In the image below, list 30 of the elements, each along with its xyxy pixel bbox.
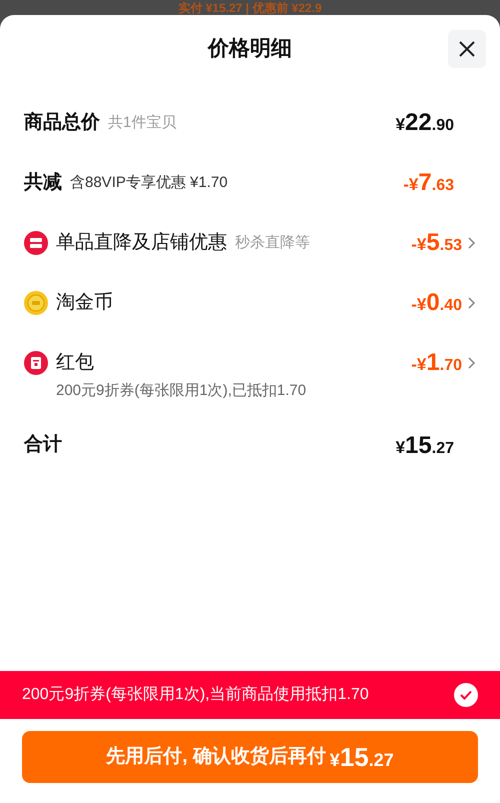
row-amount: -¥0.40 [411,288,462,318]
shop-discount-icon [24,231,48,255]
row-sublabel: 共1件宝贝 [108,112,176,133]
row-note: 200元9折券(每张限用1次),已抵扣1.70 [56,381,308,401]
row-label: 商品总价 [24,110,100,135]
chevron-right-icon[interactable] [468,357,476,369]
close-button[interactable] [448,30,486,68]
row-amount: ¥22.90 [396,108,454,138]
row-amount: -¥7.63 [403,168,454,198]
sheet-title: 价格明细 [208,36,292,62]
coupon-checkbox[interactable] [454,683,478,707]
row-sublabel: 含88VIP专享优惠 ¥1.70 [70,172,228,193]
row-label: 共减 [24,170,62,195]
backdrop-price-summary: 实付 ¥15.27 | 优惠前 ¥22.9 [178,0,322,14]
row-label: 淘金币 [56,290,113,315]
row-amount: -¥1.70 [411,348,462,378]
chevron-right-icon[interactable] [468,237,476,249]
envelope-icon [24,351,48,375]
pay-button[interactable]: 先用后付, 确认收货后再付 ¥15.27 [22,731,478,783]
chevron-right-icon[interactable] [468,297,476,309]
row-amount: ¥15.27 [396,430,454,460]
row-label: 红包 [56,350,94,375]
coin-icon [24,291,48,315]
close-icon [458,40,476,58]
row-amount: -¥5.53 [411,228,462,258]
coupon-banner-text: 200元9折券(每张限用1次),当前商品使用抵扣1.70 [22,684,370,705]
row-label: 合计 [24,433,62,458]
row-sublabel: 秒杀直降等 [235,232,310,253]
check-icon [460,690,472,700]
row-label: 单品直降及店铺优惠 [56,230,227,255]
